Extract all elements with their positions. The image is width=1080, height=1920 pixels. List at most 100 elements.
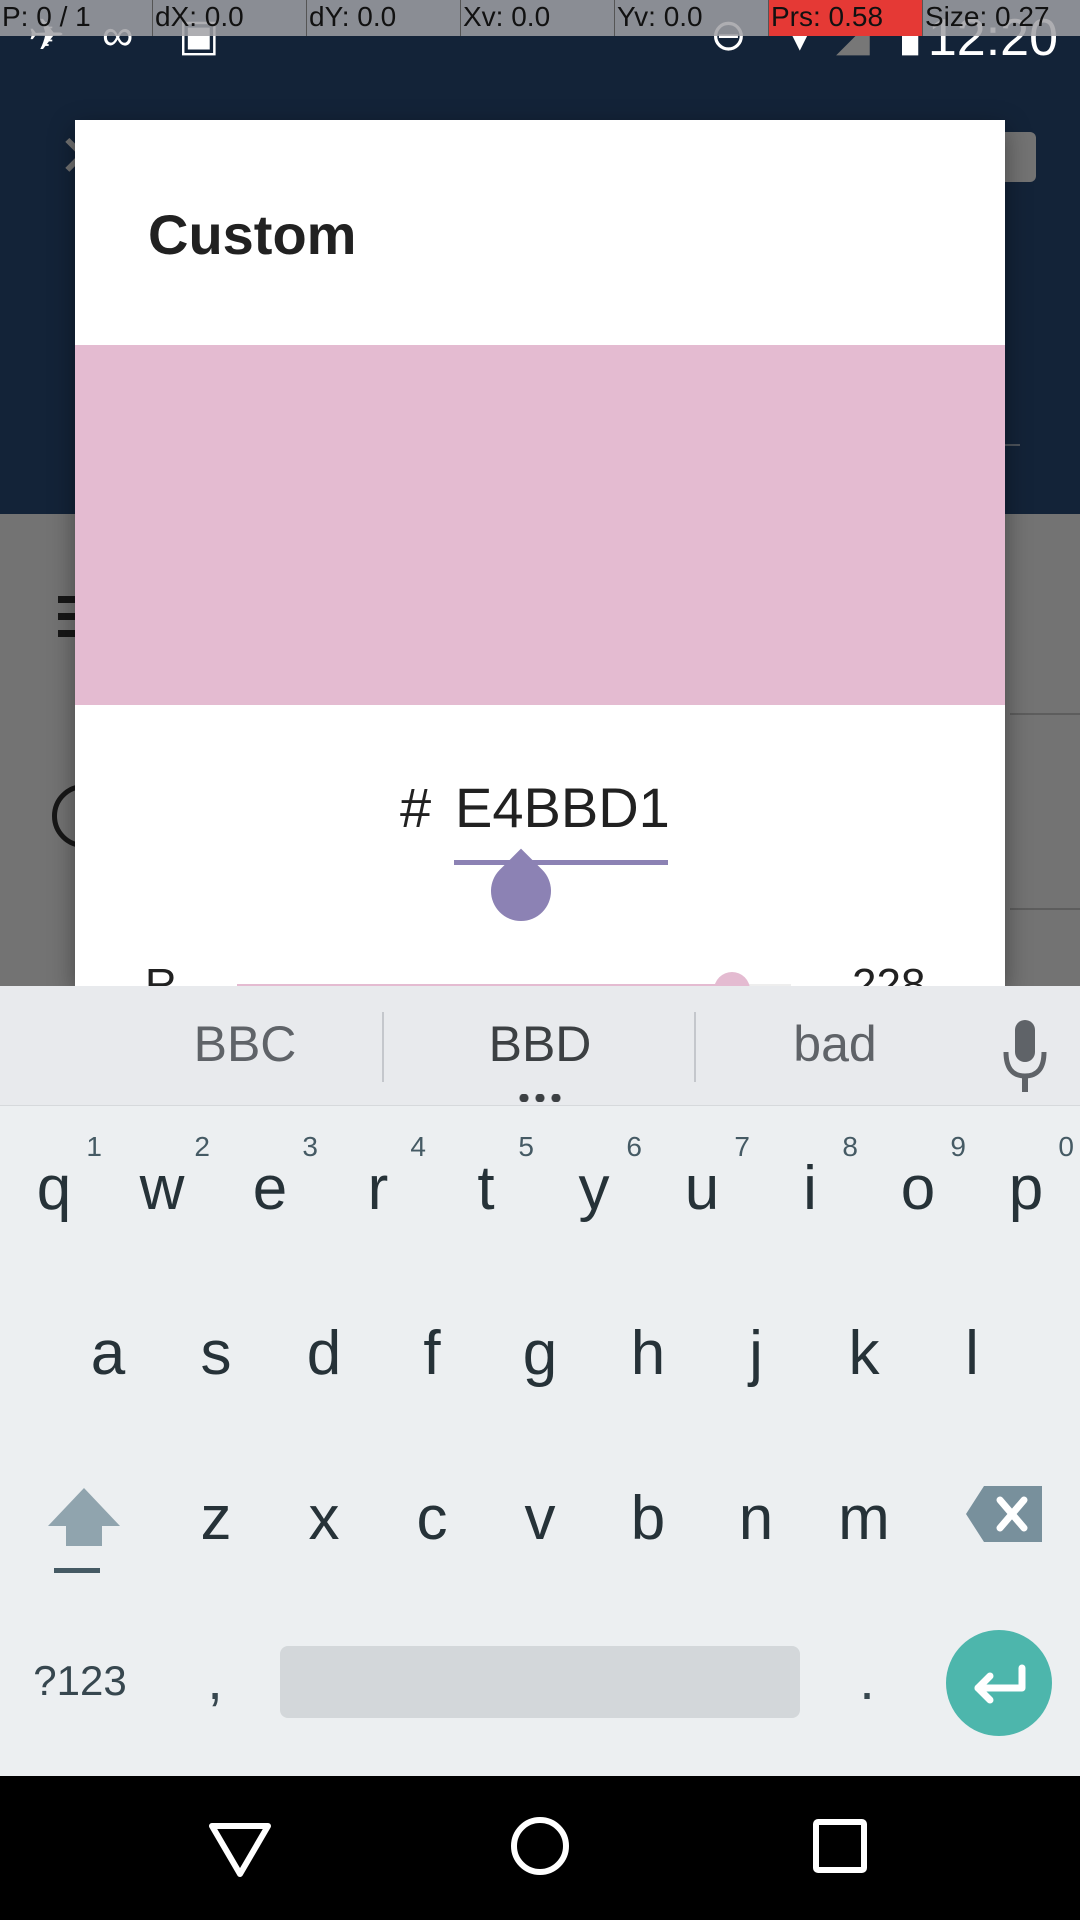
key-label: z [200, 1484, 232, 1553]
debug-xv: Xv: 0.0 [460, 0, 614, 36]
key-label: x [308, 1484, 340, 1553]
key-label: j [749, 1319, 763, 1388]
status-bar: ✈ ∞ ▣ ⊖ ▼ ◢ ▮ 12:20 P: 0 / 1 dX: 0.0 dY:… [0, 0, 1080, 72]
key-label: k [848, 1319, 880, 1388]
key-hint: 0 [1058, 1131, 1074, 1162]
period-key[interactable]: . [842, 1630, 892, 1730]
key-label: d [306, 1319, 342, 1388]
key-label: g [522, 1319, 558, 1388]
hex-prefix: # [400, 776, 432, 839]
key-label: h [630, 1319, 666, 1388]
recents-icon[interactable] [790, 1796, 890, 1896]
shift-icon[interactable] [30, 1468, 138, 1608]
key-r[interactable]: r4 [324, 1119, 432, 1259]
key-label: n [738, 1484, 774, 1553]
key-q[interactable]: q1 [0, 1119, 108, 1259]
key-label: w [139, 1154, 185, 1223]
key-g[interactable]: g [486, 1284, 594, 1424]
key-hint: 8 [842, 1131, 858, 1162]
key-z[interactable]: z [162, 1449, 270, 1589]
navigation-bar [0, 1776, 1080, 1920]
key-n[interactable]: n [702, 1449, 810, 1589]
key-label: s [200, 1319, 232, 1388]
key-c[interactable]: c [378, 1449, 486, 1589]
hex-input-underline [454, 860, 668, 865]
dialog-title: Custom [148, 203, 357, 266]
key-hint: 5 [518, 1131, 534, 1162]
key-label: o [900, 1154, 936, 1223]
key-hint: 7 [734, 1131, 750, 1162]
backspace-icon[interactable] [966, 1486, 1042, 1542]
comma-key[interactable]: , [190, 1630, 240, 1730]
hex-field: # [75, 775, 1005, 845]
key-y[interactable]: y6 [540, 1119, 648, 1259]
debug-pointer: P: 0 / 1 [2, 1, 91, 32]
key-hint: 6 [626, 1131, 642, 1162]
key-label: c [416, 1484, 448, 1553]
key-label: q [36, 1154, 72, 1223]
key-hint: 3 [302, 1131, 318, 1162]
color-preview-swatch [75, 345, 1005, 705]
key-s[interactable]: s [162, 1284, 270, 1424]
suggestion-divider [382, 1012, 384, 1082]
more-suggestions-icon[interactable] [516, 1094, 564, 1102]
key-p[interactable]: p0 [972, 1119, 1080, 1259]
key-label: e [252, 1154, 288, 1223]
key-hint: 4 [410, 1131, 426, 1162]
symbols-key[interactable]: ?123 [20, 1646, 140, 1716]
key-label: r [367, 1154, 389, 1223]
red-slider-thumb[interactable] [713, 972, 750, 986]
custom-color-dialog: Custom # R 228 [75, 120, 1005, 986]
key-hint: 9 [950, 1131, 966, 1162]
key-h[interactable]: h [594, 1284, 702, 1424]
hex-input[interactable] [453, 775, 669, 841]
home-icon[interactable] [490, 1796, 590, 1896]
debug-size: Size: 0.27 [922, 0, 1080, 36]
red-channel-label: R [145, 960, 177, 986]
key-t[interactable]: t5 [432, 1119, 540, 1259]
key-label: l [965, 1319, 979, 1388]
suggestion-2[interactable]: BBD [404, 986, 676, 1106]
key-f[interactable]: f [378, 1284, 486, 1424]
key-label: i [803, 1154, 817, 1223]
key-x[interactable]: x [270, 1449, 378, 1589]
red-channel-value: 228 [852, 960, 926, 986]
key-label: a [90, 1319, 126, 1388]
enter-icon [974, 1664, 1026, 1704]
key-w[interactable]: w2 [108, 1119, 216, 1259]
key-hint: 1 [86, 1131, 102, 1162]
key-label: y [578, 1154, 610, 1223]
debug-dy: dY: 0.0 [306, 0, 460, 36]
key-hint: 2 [194, 1131, 210, 1162]
key-o[interactable]: o9 [864, 1119, 972, 1259]
enter-key[interactable] [946, 1630, 1052, 1736]
key-j[interactable]: j [702, 1284, 810, 1424]
key-label: f [423, 1319, 441, 1388]
suggestion-divider [694, 1012, 696, 1082]
space-key[interactable] [280, 1646, 800, 1718]
key-label: p [1008, 1154, 1044, 1223]
key-i[interactable]: i8 [756, 1119, 864, 1259]
key-b[interactable]: b [594, 1449, 702, 1589]
key-v[interactable]: v [486, 1449, 594, 1589]
key-d[interactable]: d [270, 1284, 378, 1424]
red-channel-row: R 228 [75, 960, 1005, 986]
key-m[interactable]: m [810, 1449, 918, 1589]
suggestion-3[interactable]: bad [700, 986, 970, 1106]
suggestion-1[interactable]: BBC [110, 986, 380, 1106]
key-label: t [477, 1154, 495, 1223]
key-label: b [630, 1484, 666, 1553]
key-k[interactable]: k [810, 1284, 918, 1424]
mic-icon[interactable] [1000, 1018, 1050, 1098]
key-e[interactable]: e3 [216, 1119, 324, 1259]
debug-pressure: Prs: 0.58 [768, 0, 922, 36]
key-label: v [524, 1484, 556, 1553]
suggestion-strip: BBC BBD bad [0, 986, 1080, 1106]
debug-yv: Yv: 0.0 [614, 0, 768, 36]
key-label: u [684, 1154, 720, 1223]
key-a[interactable]: a [54, 1284, 162, 1424]
pointer-location-overlay: P: 0 / 1 dX: 0.0 dY: 0.0 Xv: 0.0 Yv: 0.0… [0, 0, 1080, 36]
back-icon[interactable] [190, 1796, 290, 1896]
key-u[interactable]: u7 [648, 1119, 756, 1259]
key-l[interactable]: l [918, 1284, 1026, 1424]
